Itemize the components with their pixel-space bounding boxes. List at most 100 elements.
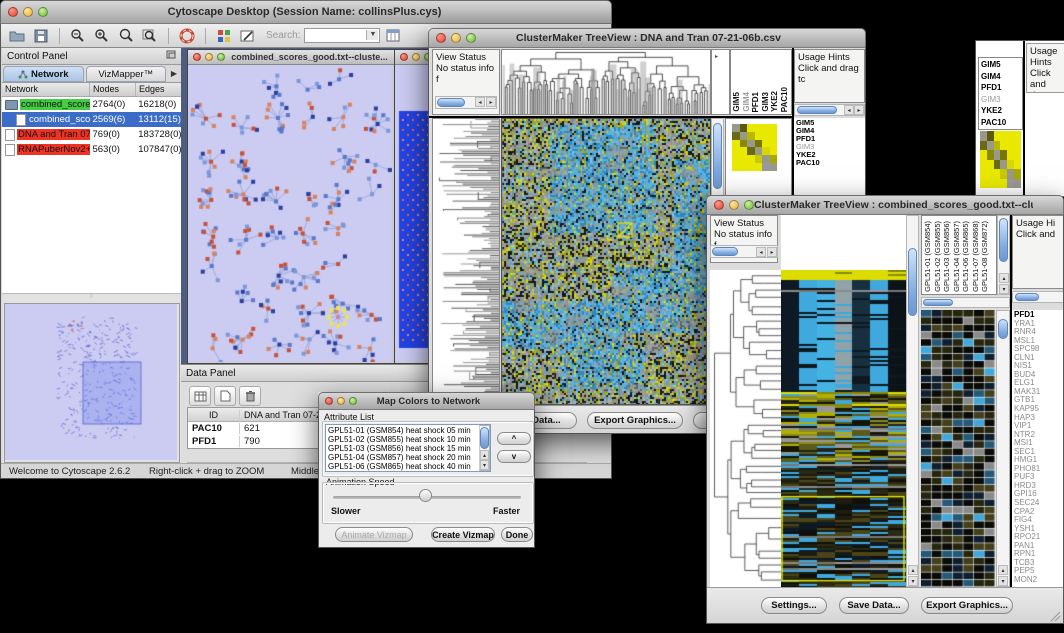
gene-label[interactable]: PAC10 — [981, 117, 1020, 129]
network-view-canvas[interactable] — [188, 65, 392, 362]
tab-overflow-arrow[interactable]: ▶ — [167, 65, 181, 82]
search-dropdown-icon[interactable]: ▼ — [366, 30, 378, 40]
close-button[interactable] — [8, 7, 18, 17]
column-label[interactable]: GPL51-06 (GSM865) — [961, 221, 971, 292]
network-row[interactable]: RNAPuberNov2+563(0)107847(0) — [2, 142, 181, 157]
attribute-item[interactable]: GPL51-07 (GSM868) heat shock 60 min — [328, 471, 488, 472]
column-label[interactable]: GPL51-07 (GSM868) — [971, 221, 981, 292]
create-vizmap-button[interactable]: Create Vizmap — [431, 527, 495, 542]
tv2-close-button[interactable] — [714, 200, 724, 210]
tv1-row-dendrogram[interactable] — [432, 118, 500, 405]
dialog-titlebar[interactable]: Map Colors to Network — [318, 392, 535, 410]
tv2-column-labels[interactable]: GPL51-01 (GSM854)GPL51-02 (GSM855)GPL51-… — [921, 215, 997, 295]
trash-icon[interactable] — [239, 386, 261, 406]
column-label[interactable]: GPL51-01 (GSM854) — [923, 221, 933, 292]
id-column-header[interactable]: ID — [188, 410, 240, 420]
tv2-global-heatmap[interactable] — [781, 270, 906, 587]
tv1-zoom-heatmap[interactable] — [732, 124, 777, 171]
col-edges[interactable]: Edges — [136, 83, 180, 96]
save-data-button[interactable]: Save Data... — [839, 597, 909, 614]
help-lifesaver-icon[interactable] — [177, 27, 197, 45]
attribute-item[interactable]: GPL51-04 (GSM857) heat shock 20 min — [328, 453, 488, 462]
network-overview-canvas[interactable] — [5, 304, 177, 460]
column-label[interactable]: GPL51-03 (GSM856) — [942, 221, 952, 292]
tv2-zoom-button[interactable] — [744, 200, 754, 210]
scrollbar-thumb[interactable] — [713, 123, 722, 189]
scroll-left-icon[interactable]: ◂ — [756, 247, 766, 257]
scroll-up-icon[interactable]: ▴ — [480, 450, 489, 460]
tv2-zoom-vscrollbar[interactable]: ▴ ▾ — [996, 310, 1010, 587]
network-row[interactable]: combined_sco2569(6)13112(15) — [2, 112, 181, 127]
link-table-icon[interactable] — [384, 27, 404, 45]
attribute-list-vscrollbar[interactable]: ▴ ▾ — [479, 425, 490, 471]
tv1-minimize-button[interactable] — [451, 33, 461, 43]
col-nodes[interactable]: Nodes — [90, 83, 136, 96]
export-graphics-button[interactable]: Export Graphics... — [587, 412, 683, 429]
tv2-titlebar[interactable]: ClusterMaker TreeView : combined_scores_… — [706, 195, 1064, 215]
tv1-close-button[interactable] — [436, 33, 446, 43]
tv2-zoom-hscrollbar[interactable] — [921, 297, 1010, 308]
animate-vizmap-button[interactable]: Animate Vizmap — [335, 527, 413, 542]
scrollbar-thumb[interactable] — [923, 299, 953, 306]
scrollbar-thumb[interactable] — [999, 218, 1008, 262]
gene-label[interactable]: YKE2 — [981, 105, 1020, 117]
tv1-column-labels[interactable]: GIM5GIM4PFD1GIM3YKE2PAC10 — [730, 49, 792, 115]
tab-vizmapper[interactable]: VizMapper™ — [86, 66, 167, 82]
tv1-zoom-button[interactable] — [466, 33, 476, 43]
scroll-left-icon[interactable]: ◂ — [475, 97, 485, 107]
scrollbar-thumb[interactable] — [797, 106, 837, 114]
attribute-item[interactable]: GPL51-06 (GSM865) heat shock 40 min — [328, 462, 488, 471]
scroll-up-icon[interactable]: ▴ — [998, 565, 1008, 575]
tv2-minimize-button[interactable] — [729, 200, 739, 210]
open-folder-icon[interactable] — [7, 27, 27, 45]
attribute-list[interactable]: GPL51-01 (GSM854) heat shock 05 minGPL51… — [325, 424, 491, 472]
cytoscape-titlebar[interactable]: Cytoscape Desktop (Session Name: collins… — [0, 0, 612, 24]
search-input[interactable]: ▼ — [304, 28, 380, 43]
column-label[interactable]: GIM3 — [761, 92, 771, 112]
scrollbar-thumb[interactable] — [1015, 293, 1039, 301]
tv3-gene-labels[interactable]: GIM5GIM4PFD1GIM3YKE2PAC10 — [978, 57, 1023, 130]
frame1-titlebar[interactable]: combined_scores_good.txt--cluste... — [188, 50, 394, 65]
tv2-status-hscrollbar[interactable]: ◂ ▸ — [710, 245, 778, 258]
tv1-global-heatmap[interactable] — [501, 118, 711, 405]
vizmapper-icon[interactable] — [214, 27, 234, 45]
gene-label[interactable]: MON2 — [1014, 576, 1063, 585]
network-row[interactable]: combined_scores2764(0)16218(0) — [2, 97, 181, 112]
gene-label[interactable]: GIM5 — [981, 59, 1020, 71]
tv1-status-hscrollbar[interactable]: ◂ ▸ — [435, 96, 497, 109]
scrollbar-thumb[interactable] — [908, 248, 917, 316]
network-overview[interactable] — [4, 303, 180, 463]
move-up-button[interactable]: ^ — [497, 432, 531, 445]
save-icon[interactable] — [31, 27, 51, 45]
scroll-down-icon[interactable]: ▾ — [480, 460, 489, 470]
resize-grip[interactable] — [1049, 610, 1061, 622]
frame1-zoom-button[interactable] — [217, 53, 225, 61]
zoom-in-icon[interactable] — [92, 27, 112, 45]
tv2-vscrollbar[interactable]: ▴ ▾ — [906, 215, 919, 587]
network-table-body[interactable]: combined_scores2764(0)16218(0)combined_s… — [2, 97, 181, 293]
frame2-close-button[interactable] — [400, 53, 408, 61]
gene-label[interactable]: GIM4 — [981, 71, 1020, 83]
column-label[interactable]: GIM5 — [732, 92, 742, 112]
dialog-minimize-button[interactable] — [337, 397, 345, 405]
scrollbar-thumb[interactable] — [480, 427, 489, 449]
tv2-collabel-vscrollbar[interactable]: ▴ ▾ — [997, 215, 1010, 295]
gene-label[interactable]: PFD1 — [981, 82, 1020, 94]
speed-slider-thumb[interactable] — [419, 489, 432, 502]
scroll-right-icon[interactable]: ▸ — [767, 247, 777, 257]
tv3-mini-heatmap[interactable] — [980, 131, 1021, 188]
export-graphics-button[interactable]: Export Graphics... — [921, 597, 1013, 614]
frame1-minimize-button[interactable] — [205, 53, 213, 61]
frame1-close-button[interactable] — [193, 53, 201, 61]
tv2-hints-hscrollbar[interactable] — [1012, 291, 1064, 303]
minimize-button[interactable] — [23, 7, 33, 17]
done-button[interactable]: Done — [501, 527, 533, 542]
tv2-row-dendrogram[interactable] — [710, 270, 781, 587]
gene-label[interactable]: GIM3 — [981, 94, 1020, 106]
scroll-right-icon[interactable]: ▸ — [854, 105, 864, 115]
zoom-out-icon[interactable] — [68, 27, 88, 45]
tv2-gene-labels[interactable]: PFD1YRA1RNR4MSL1SPC98CLN1NIS1BUD4ELG1MAK… — [1012, 310, 1064, 587]
move-down-button[interactable]: v — [497, 450, 531, 463]
new-attribute-icon[interactable] — [214, 386, 236, 406]
settings-button[interactable]: Settings... — [761, 597, 827, 614]
